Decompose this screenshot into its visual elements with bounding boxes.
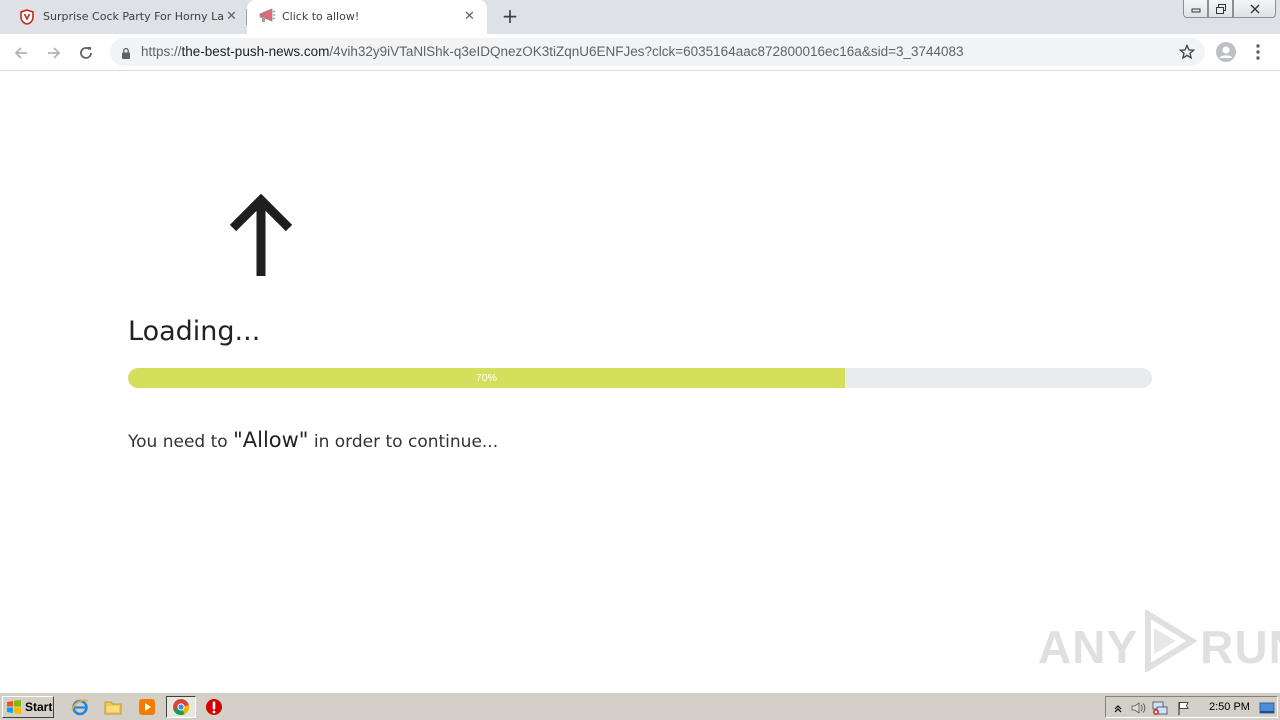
reload-icon xyxy=(80,47,92,59)
loading-heading: Loading... xyxy=(128,316,261,347)
close-icon xyxy=(1250,4,1259,13)
allow-emphasis: "Allow" xyxy=(233,428,309,452)
ie-icon[interactable] xyxy=(70,697,90,717)
progress-label: 70% xyxy=(475,372,497,384)
windows-logo-icon xyxy=(7,700,21,714)
lock-icon[interactable] xyxy=(121,45,131,64)
progress-bar: 70% xyxy=(128,368,1152,388)
taskbar-clock[interactable]: 2:50 PM xyxy=(1209,701,1250,713)
minimize-icon xyxy=(1191,8,1200,12)
explorer-icon[interactable] xyxy=(103,697,123,717)
restore-icon xyxy=(1215,3,1226,14)
volume-icon[interactable] xyxy=(1130,700,1146,716)
profile-avatar-icon[interactable] xyxy=(1216,42,1236,62)
tab-strip: Surprise Cock Party For Horny Ladies ✕ C… xyxy=(0,0,1280,34)
action-center-flag-icon[interactable] xyxy=(1176,700,1192,716)
show-desktop-icon[interactable] xyxy=(1259,700,1275,716)
minimize-button[interactable] xyxy=(1183,0,1208,18)
up-arrow-icon xyxy=(229,193,293,284)
play-logo-icon xyxy=(1140,608,1198,683)
url-text[interactable]: https://the-best-push-news.com/4vih32y9i… xyxy=(141,44,964,59)
tab-title: Surprise Cock Party For Horny Ladies xyxy=(43,10,223,23)
address-bar[interactable]: https://the-best-push-news.com/4vih32y9i… xyxy=(110,38,1205,66)
tab-active[interactable]: Click to allow! ✕ xyxy=(247,0,487,34)
new-tab-button[interactable]: + xyxy=(500,6,520,26)
system-tray: 2:50 PM xyxy=(1105,696,1278,718)
back-button[interactable] xyxy=(10,42,32,64)
media-player-icon[interactable] xyxy=(137,697,157,717)
reload-button[interactable] xyxy=(75,42,97,64)
start-button[interactable]: Start xyxy=(2,696,54,718)
bookmark-star-icon[interactable] xyxy=(1178,43,1196,64)
tab-inactive[interactable]: Surprise Cock Party For Horny Ladies ✕ xyxy=(8,0,246,34)
shield-icon xyxy=(20,9,34,28)
anyrun-watermark: ANY RUN xyxy=(1038,608,1280,683)
restore-button[interactable] xyxy=(1208,0,1233,18)
megaphone-icon xyxy=(258,8,276,27)
chrome-icon[interactable] xyxy=(166,696,196,718)
network-icon[interactable] xyxy=(1152,700,1168,716)
tab-close-icon[interactable]: ✕ xyxy=(226,10,237,23)
browser-toolbar: https://the-best-push-news.com/4vih32y9i… xyxy=(0,34,1280,71)
tab-close-icon[interactable]: ✕ xyxy=(464,10,475,23)
tab-title: Click to allow! xyxy=(282,10,360,23)
back-arrow-icon xyxy=(14,47,27,59)
window-close-button[interactable] xyxy=(1233,0,1276,18)
forward-button[interactable] xyxy=(43,42,65,64)
windows-taskbar: Start 2:50 PM xyxy=(0,692,1280,720)
stop-icon[interactable] xyxy=(204,697,224,717)
forward-arrow-icon xyxy=(48,47,61,59)
page-content: Loading... 70% You need to "Allow" in or… xyxy=(0,72,1280,692)
menu-dots-icon[interactable] xyxy=(1250,42,1266,62)
progress-fill: 70% xyxy=(128,368,845,388)
allow-instruction: You need to "Allow" in order to continue… xyxy=(128,428,499,452)
show-hidden-icons-icon[interactable] xyxy=(1110,700,1126,716)
